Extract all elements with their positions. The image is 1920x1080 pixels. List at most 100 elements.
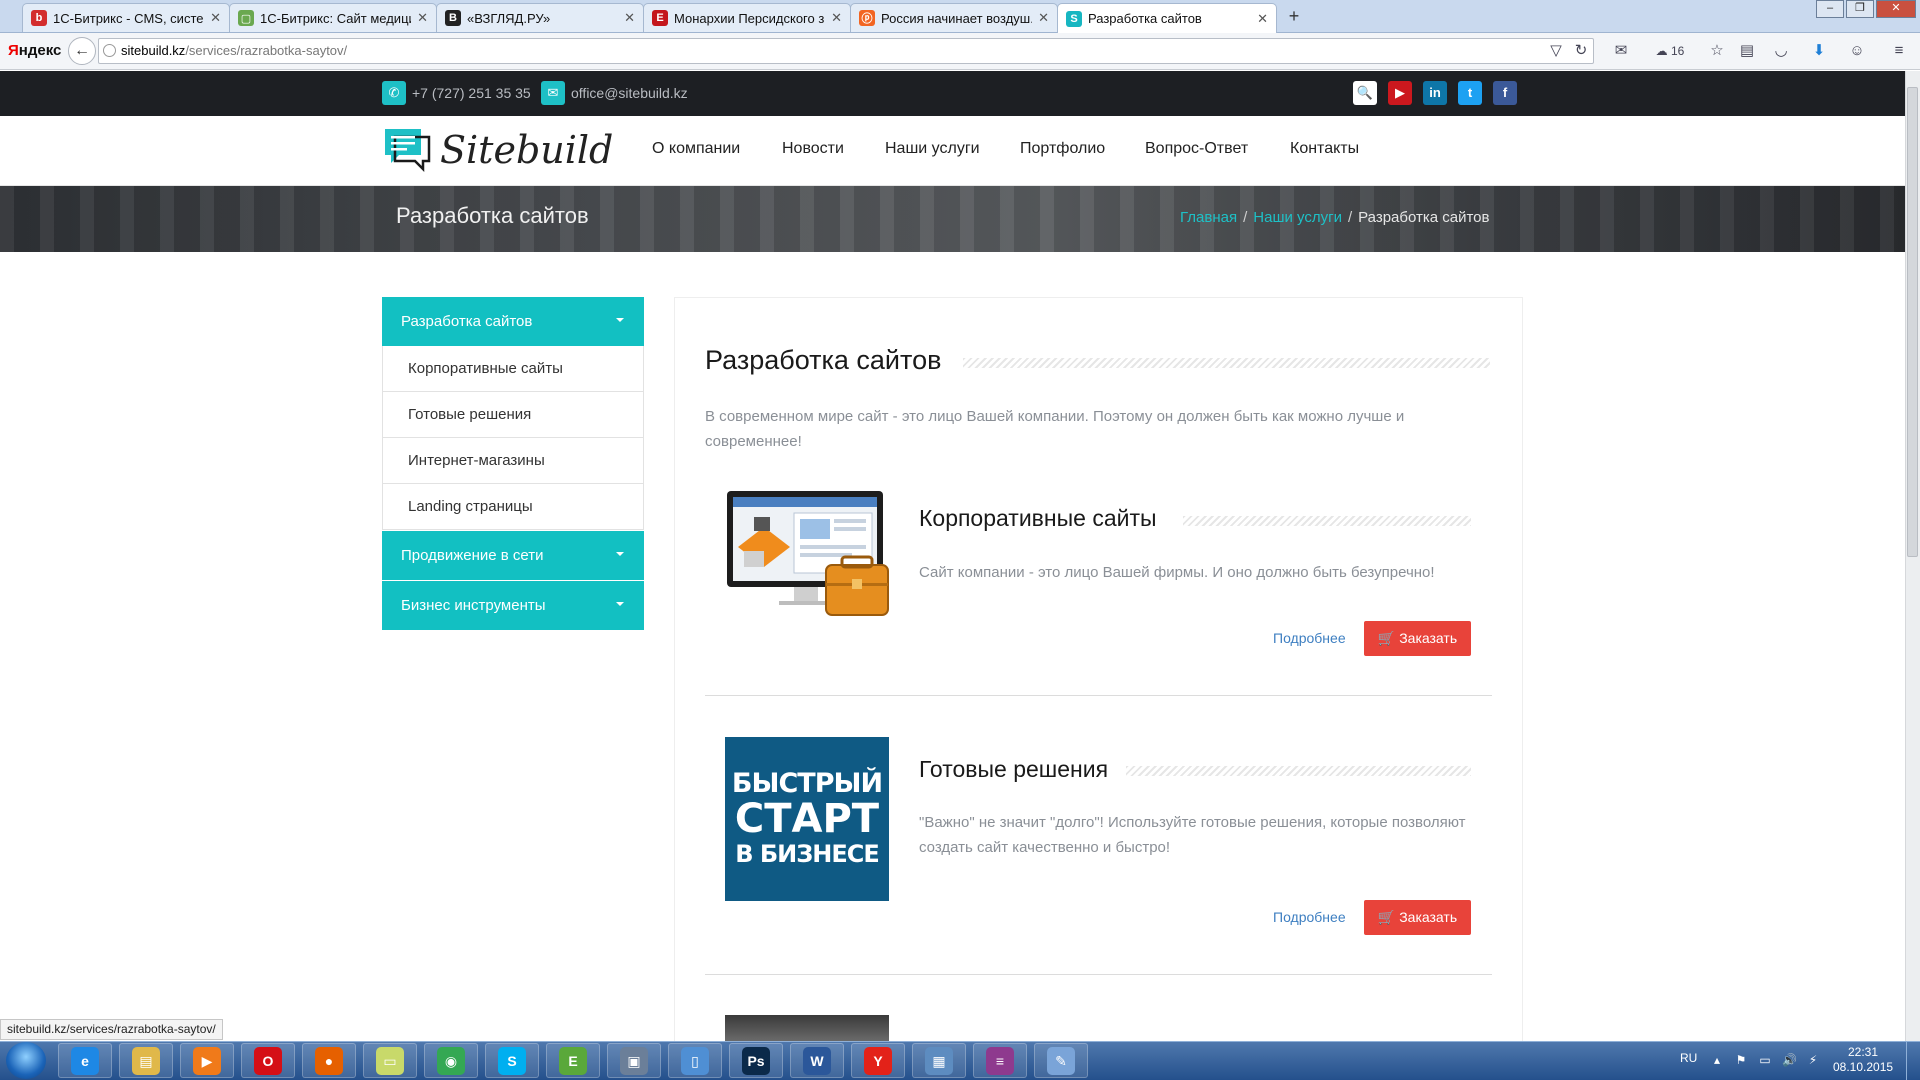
star-icon[interactable]: ☆ — [1706, 40, 1728, 62]
close-window-button[interactable]: ✕ — [1876, 0, 1916, 18]
tab-close-icon[interactable]: ✕ — [1038, 10, 1049, 26]
winrar-icon: ≡ — [986, 1046, 1014, 1075]
facebook-icon[interactable]: f — [1493, 81, 1517, 105]
start-button[interactable] — [6, 1042, 46, 1079]
taskbar-app-button[interactable]: W — [790, 1043, 844, 1078]
browser-tab[interactable]: b 1С-Битрикс - CMS, систе... ✕ — [22, 3, 230, 32]
sidebar-item-ready-solutions[interactable]: Готовые решения — [382, 392, 644, 438]
chat-bubbles-logo-icon — [385, 129, 431, 173]
taskbar-app-button[interactable]: Y — [851, 1043, 905, 1078]
search-icon[interactable]: 🔍 — [1353, 81, 1377, 105]
bookmarks-icon[interactable]: ▤ — [1736, 40, 1758, 62]
mail-icon[interactable]: ✉ — [1610, 40, 1632, 62]
volume-icon[interactable]: 🔊 — [1782, 1053, 1797, 1067]
browser-tab[interactable]: Е Монархии Персидского з... ✕ — [643, 3, 851, 32]
phone-number[interactable]: +7 (727) 251 35 35 — [412, 85, 531, 101]
language-indicator[interactable]: RU — [1680, 1051, 1697, 1065]
url-path: /services/razrabotka-saytov/ — [185, 43, 348, 58]
tab-favicon-icon: В — [445, 10, 461, 26]
sidebar-item-landing[interactable]: Landing страницы — [382, 484, 644, 530]
service-title[interactable]: Готовые решения — [919, 756, 1108, 783]
taskbar-app-button[interactable]: S — [485, 1043, 539, 1078]
nav-about[interactable]: О компании — [652, 140, 740, 158]
order-button[interactable]: 🛒 Заказать — [1364, 900, 1471, 935]
reload-icon[interactable]: ↻ — [1570, 40, 1592, 62]
yandex-logo-rest: ндекс — [18, 42, 62, 59]
nav-contacts[interactable]: Контакты — [1290, 140, 1359, 158]
sidebar-section-promotion[interactable]: Продвижение в сети — [382, 531, 644, 580]
taskbar-app-button[interactable]: ◉ — [424, 1043, 478, 1078]
taskbar-app-button[interactable]: E — [546, 1043, 600, 1078]
network-tray-icon[interactable]: ▭ — [1758, 1053, 1772, 1067]
tab-close-icon[interactable]: ✕ — [624, 10, 635, 26]
download-icon[interactable]: ⬇ — [1808, 40, 1830, 62]
scrollbar-thumb[interactable] — [1907, 87, 1918, 557]
divider — [705, 695, 1492, 696]
minimize-button[interactable]: – — [1816, 0, 1844, 18]
firefox-icon: ● — [315, 1046, 343, 1075]
sidebar-section-web-dev[interactable]: Разработка сайтов — [382, 297, 644, 346]
pocket-icon[interactable]: ◡ — [1770, 40, 1792, 62]
site-logo-text[interactable]: Sitebuild — [440, 128, 613, 172]
chat-icon[interactable]: ☺ — [1846, 40, 1868, 62]
maximize-button[interactable]: ❐ — [1846, 0, 1874, 18]
tray-expand-icon[interactable]: ▴ — [1710, 1053, 1724, 1067]
system-clock[interactable]: 22:31 08.10.2015 — [1833, 1045, 1893, 1075]
breadcrumb-services[interactable]: Наши услуги — [1253, 209, 1342, 226]
tab-close-icon[interactable]: ✕ — [1257, 11, 1268, 27]
taskbar-app-button[interactable]: ▣ — [607, 1043, 661, 1078]
taskbar-app-button[interactable]: ▶ — [180, 1043, 234, 1078]
nav-faq[interactable]: Вопрос-Ответ — [1145, 140, 1248, 158]
taskbar-app-button[interactable]: ▭ — [363, 1043, 417, 1078]
menu-icon[interactable]: ≡ — [1888, 40, 1910, 62]
taskbar-app-button[interactable]: Ps — [729, 1043, 783, 1078]
yandex-logo[interactable]: Яндекс — [8, 42, 61, 59]
taskbar-app-button[interactable]: e — [58, 1043, 112, 1078]
paint-icon: ✎ — [1047, 1046, 1075, 1075]
taskbar-app-button[interactable]: ▯ — [668, 1043, 722, 1078]
quick-start-image: БЫСТРЫЙ СТАРТ В БИЗНЕСЕ — [725, 737, 889, 901]
linkedin-icon[interactable]: in — [1423, 81, 1447, 105]
tab-close-icon[interactable]: ✕ — [417, 10, 428, 26]
breadcrumb-home[interactable]: Главная — [1180, 209, 1237, 226]
browser-tab[interactable]: В «ВЗГЛЯД.РУ» ✕ — [436, 3, 644, 32]
order-button[interactable]: 🛒 Заказать — [1364, 621, 1471, 656]
power-icon[interactable]: ⚡ — [1806, 1053, 1820, 1067]
browser-tab[interactable]: ⓟ Россия начинает воздуш... ✕ — [850, 3, 1058, 32]
sidebar-item-corporate[interactable]: Корпоративные сайты — [382, 346, 644, 392]
show-desktop-button[interactable] — [1906, 1041, 1920, 1080]
browser-tab[interactable]: S Разработка сайтов ✕ — [1057, 3, 1277, 33]
flag-icon[interactable]: ⚑ — [1734, 1053, 1748, 1067]
url-bar[interactable]: sitebuild.kz/services/razrabotka-saytov/ — [98, 38, 1594, 64]
phone-icon: ✆ — [382, 81, 406, 105]
taskbar-app-button[interactable]: ▦ — [912, 1043, 966, 1078]
taskbar-app-button[interactable]: ▤ — [119, 1043, 173, 1078]
back-button[interactable]: ← — [68, 37, 96, 65]
nav-portfolio[interactable]: Портфолио — [1020, 140, 1105, 158]
new-tab-button[interactable]: + — [1282, 5, 1306, 29]
more-link[interactable]: Подробнее — [1273, 630, 1346, 646]
nav-services[interactable]: Наши услуги — [885, 140, 980, 158]
youtube-icon[interactable]: ▶ — [1388, 81, 1412, 105]
tab-close-icon[interactable]: ✕ — [831, 10, 842, 26]
email-link[interactable]: office@sitebuild.kz — [571, 85, 688, 101]
sidebar-item-eshops[interactable]: Интернет-магазины — [382, 438, 644, 484]
tab-title: Разработка сайтов — [1088, 11, 1202, 26]
service-title[interactable]: Корпоративные сайты — [919, 505, 1157, 532]
breadcrumb-current: Разработка сайтов — [1358, 209, 1490, 226]
taskbar-app-button[interactable]: O — [241, 1043, 295, 1078]
weather-widget[interactable]: ☁ 16 — [1650, 40, 1690, 62]
taskbar-app-button[interactable]: ● — [302, 1043, 356, 1078]
more-link[interactable]: Подробнее — [1273, 909, 1346, 925]
twitter-icon[interactable]: t — [1458, 81, 1482, 105]
dropdown-icon[interactable]: ▽ — [1545, 40, 1567, 62]
tab-close-icon[interactable]: ✕ — [210, 10, 221, 26]
browser-tab[interactable]: ▢ 1С-Битрикс: Сайт медици... ✕ — [229, 3, 437, 32]
sidebar-section-business-tools[interactable]: Бизнес инструменты — [382, 581, 644, 630]
page-title: Разработка сайтов — [705, 345, 942, 375]
yandex-logo-first: Я — [8, 42, 19, 59]
nav-news[interactable]: Новости — [782, 140, 844, 158]
taskbar-app-button[interactable]: ✎ — [1034, 1043, 1088, 1078]
corporate-sites-image — [727, 491, 889, 616]
taskbar-app-button[interactable]: ≡ — [973, 1043, 1027, 1078]
